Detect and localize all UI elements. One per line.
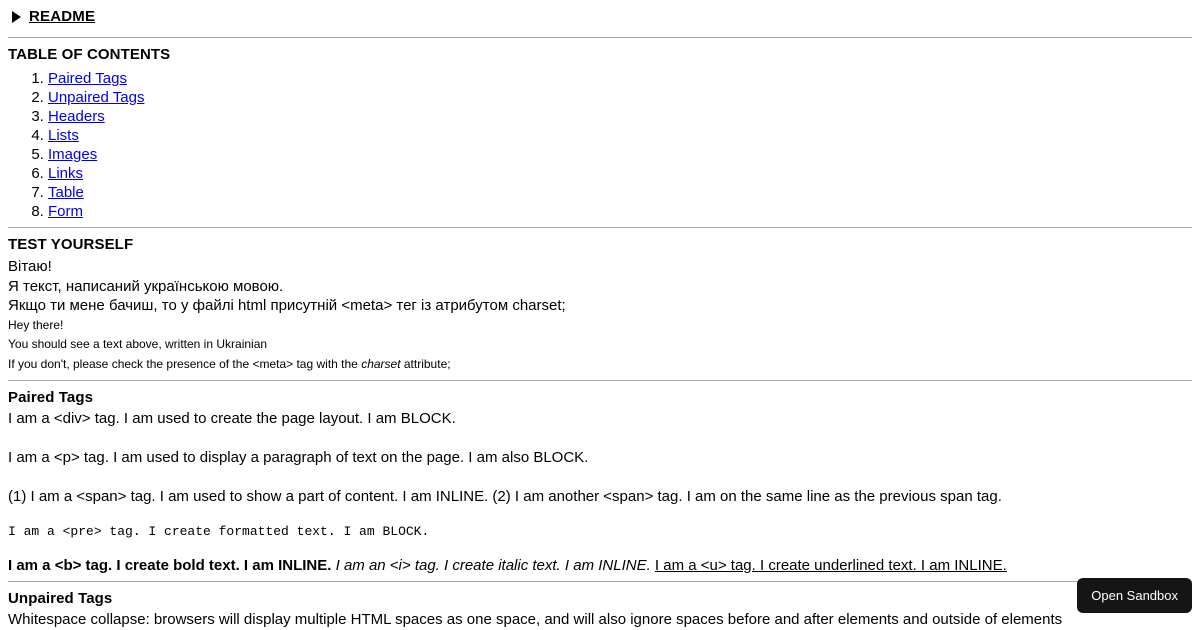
toc-link-unpaired-tags[interactable]: Unpaired Tags (48, 89, 144, 106)
list-item: Links (48, 164, 1192, 183)
readme-title[interactable]: README (29, 8, 95, 25)
test-yourself-heading: TEST YOURSELF (8, 236, 134, 253)
pre-tag-block: I am a <pre> tag. I create formatted tex… (8, 524, 430, 539)
list-item: Paired Tags (48, 69, 1192, 88)
divider-after-paired-tags (8, 581, 1192, 582)
ukrainian-greeting-line: Вітаю! (8, 258, 52, 275)
disclosure-triangle-right-icon[interactable] (12, 10, 21, 23)
toc-link-paired-tags[interactable]: Paired Tags (48, 70, 127, 87)
list-item: Table (48, 183, 1192, 202)
unpaired-tags-section: Unpaired Tags Whitespace collapse: brows… (8, 590, 1192, 629)
paired-tags-section: Paired Tags I am a <div> tag. I am used … (8, 389, 1192, 575)
readme-page: README TABLE OF CONTENTS Paired Tags Unp… (0, 0, 1200, 630)
list-item: Headers (48, 107, 1192, 126)
english-charset-line: If you don't, please check the presence … (8, 355, 1192, 375)
list-item: Lists (48, 126, 1192, 145)
underline-tag-segment: I am a <u> tag. I create underlined text… (654, 557, 1007, 574)
toc-link-form[interactable]: Form (48, 203, 83, 220)
english-greeting-line: Hey there! (8, 317, 64, 332)
charset-line-after: attribute; (400, 356, 451, 371)
toc-link-images[interactable]: Images (48, 146, 97, 163)
list-item: Images (48, 145, 1192, 164)
english-description-line: You should see a text above, written in … (8, 337, 268, 351)
div-tag-paragraph: I am a <div> tag. I am used to create th… (8, 410, 456, 427)
divider-after-readme (8, 37, 1192, 38)
whitespace-collapse-line: Whitespace collapse: browsers will displ… (8, 611, 1063, 628)
toc-heading: TABLE OF CONTENTS (8, 46, 171, 63)
toc-link-lists[interactable]: Lists (48, 127, 79, 144)
test-yourself-section: TEST YOURSELF Вітаю! Я текст, написаний … (8, 236, 1192, 374)
unpaired-tags-heading: Unpaired Tags (8, 590, 113, 607)
divider-after-test-yourself (8, 380, 1192, 381)
bold-tag-segment: I am a <b> tag. I create bold text. I am… (8, 557, 332, 574)
readme-details-summary[interactable]: README (8, 0, 1192, 31)
span-tag-paragraph: (1) I am a <span> tag. I am used to show… (8, 488, 1002, 505)
charset-keyword: charset (361, 356, 401, 371)
paired-tags-heading: Paired Tags (8, 389, 94, 406)
list-item: Unpaired Tags (48, 88, 1192, 107)
divider-after-toc (8, 227, 1192, 228)
table-of-contents-section: TABLE OF CONTENTS Paired Tags Unpaired T… (8, 46, 1192, 221)
list-item: Form (48, 202, 1192, 221)
charset-line-before: If you don't, please check the presence … (8, 356, 362, 371)
ukrainian-charset-line: Якщо ти мене бачиш, то у файлі html прис… (8, 297, 566, 314)
toc-link-links[interactable]: Links (48, 165, 83, 182)
toc-list: Paired Tags Unpaired Tags Headers Lists … (8, 69, 1192, 221)
formatting-tags-line: I am a <b> tag. I create bold text. I am… (8, 557, 1192, 575)
p-tag-paragraph: I am a <p> tag. I am used to display a p… (8, 449, 589, 466)
toc-link-table[interactable]: Table (48, 184, 84, 201)
ukrainian-description-line: Я текст, написаний українською мовою. (8, 277, 284, 295)
toc-link-headers[interactable]: Headers (48, 108, 105, 125)
italic-tag-segment: I am an <i> tag. I create italic text. I… (335, 557, 651, 574)
open-sandbox-button[interactable]: Open Sandbox (1077, 578, 1192, 613)
